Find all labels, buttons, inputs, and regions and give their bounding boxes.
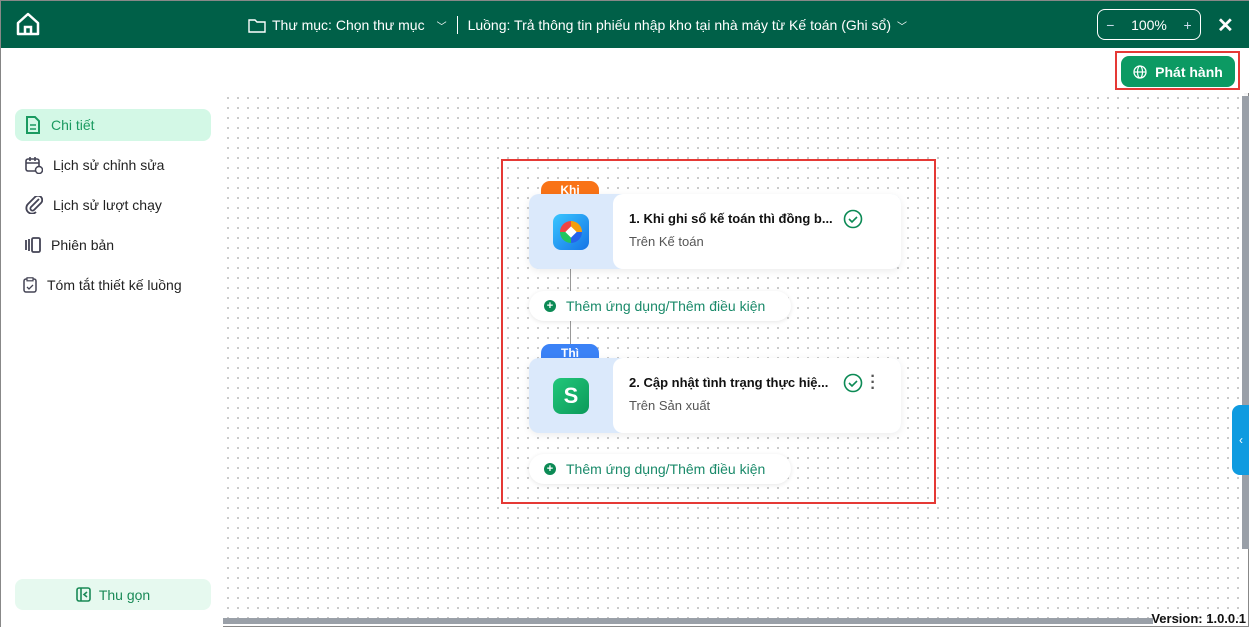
publish-label: Phát hành <box>1155 63 1223 80</box>
close-button[interactable]: ✕ <box>1217 13 1234 38</box>
step-subtitle: Trên Kế toán <box>629 234 704 249</box>
collapse-button[interactable]: Thu gọn <box>15 579 211 610</box>
divider <box>456 16 458 34</box>
versions-icon <box>25 237 41 253</box>
document-icon <box>26 116 40 134</box>
plus-circle-icon: + <box>544 300 556 312</box>
connector-line <box>570 321 571 344</box>
sidebar-item-label: Lịch sử lượt chạy <box>53 197 162 213</box>
horizontal-scrollbar[interactable] <box>223 618 1153 624</box>
sidebar-item-design-summary[interactable]: Tóm tắt thiết kế luồng <box>15 269 211 301</box>
sidebar-item-details[interactable]: Chi tiết <box>15 109 211 141</box>
add-label: Thêm ứng dụng/Thêm điều kiện <box>566 461 766 477</box>
add-label: Thêm ứng dụng/Thêm điều kiện <box>566 298 766 314</box>
clipboard-check-icon <box>23 277 37 293</box>
add-app-condition-button[interactable]: + Thêm ứng dụng/Thêm điều kiện <box>529 454 791 484</box>
sidebar-item-versions[interactable]: Phiên bản <box>15 229 211 261</box>
zoom-level: 100% <box>1131 16 1167 33</box>
more-options-icon[interactable]: · · · <box>869 369 877 397</box>
step-title: 1. Khi ghi sổ kế toán thì đồng b... <box>629 211 833 226</box>
zoom-in-button[interactable]: + <box>1183 17 1191 33</box>
chevron-down-icon[interactable]: ﹀ <box>437 18 447 33</box>
folder-icon <box>248 18 266 33</box>
flow-title[interactable]: Luồng: Trả thông tin phiếu nhập kho tại … <box>468 17 891 33</box>
check-circle-icon <box>843 209 863 229</box>
connector-line <box>570 269 571 291</box>
header: Thư mục: Chọn thư mục ﹀ Luồng: Trả thông… <box>1 1 1249 48</box>
paperclip-icon <box>25 196 43 214</box>
globe-icon <box>1133 64 1147 79</box>
add-app-condition-button[interactable]: + Thêm ứng dụng/Thêm điều kiện <box>529 291 791 321</box>
toolbar <box>1 48 1249 93</box>
step-subtitle: Trên Sản xuất <box>629 398 711 413</box>
production-app-icon: S <box>553 378 589 414</box>
version-label: Version: 1.0.0.1 <box>1151 611 1246 626</box>
sidebar-item-label: Chi tiết <box>51 117 95 133</box>
flow-step-card[interactable]: 1. Khi ghi sổ kế toán thì đồng b... Trên… <box>529 194 901 269</box>
sidebar-item-label: Tóm tắt thiết kế luồng <box>47 277 182 293</box>
zoom-out-button[interactable]: − <box>1106 17 1114 33</box>
plus-circle-icon: + <box>544 463 556 475</box>
flow-step-card[interactable]: S 2. Cập nhật tình trạng thực hiệ... Trê… <box>529 358 901 433</box>
home-icon[interactable] <box>15 12 41 36</box>
chevron-down-icon[interactable]: ﹀ <box>897 18 907 33</box>
sidebar-item-label: Lịch sử chỉnh sửa <box>53 157 165 173</box>
sidebar: Chi tiết Lịch sử chỉnh sửa Lịch sử lượt … <box>1 93 223 628</box>
folder-select[interactable]: Thư mục: Chọn thư mục <box>272 17 425 33</box>
vertical-scrollbar[interactable] <box>1242 96 1249 549</box>
check-circle-icon <box>843 373 863 393</box>
calendar-clock-icon <box>25 157 43 174</box>
sidebar-item-run-history[interactable]: Lịch sử lượt chạy <box>15 189 211 221</box>
card-body: 1. Khi ghi sổ kế toán thì đồng b... Trên… <box>613 194 901 269</box>
panel-toggle-button[interactable]: ‹ <box>1232 405 1249 475</box>
collapse-label: Thu gọn <box>98 586 151 603</box>
publish-button[interactable]: Phát hành <box>1121 56 1235 87</box>
card-body: 2. Cập nhật tình trạng thực hiệ... Trên … <box>613 358 901 433</box>
accounting-app-icon <box>553 214 589 250</box>
sidebar-item-label: Phiên bản <box>51 237 115 253</box>
collapse-icon <box>76 587 91 602</box>
zoom-control: − 100% + <box>1097 9 1201 40</box>
step-title: 2. Cập nhật tình trạng thực hiệ... <box>629 375 829 390</box>
breadcrumb: Thư mục: Chọn thư mục ﹀ Luồng: Trả thông… <box>248 16 907 34</box>
sidebar-item-edit-history[interactable]: Lịch sử chỉnh sửa <box>15 149 211 181</box>
